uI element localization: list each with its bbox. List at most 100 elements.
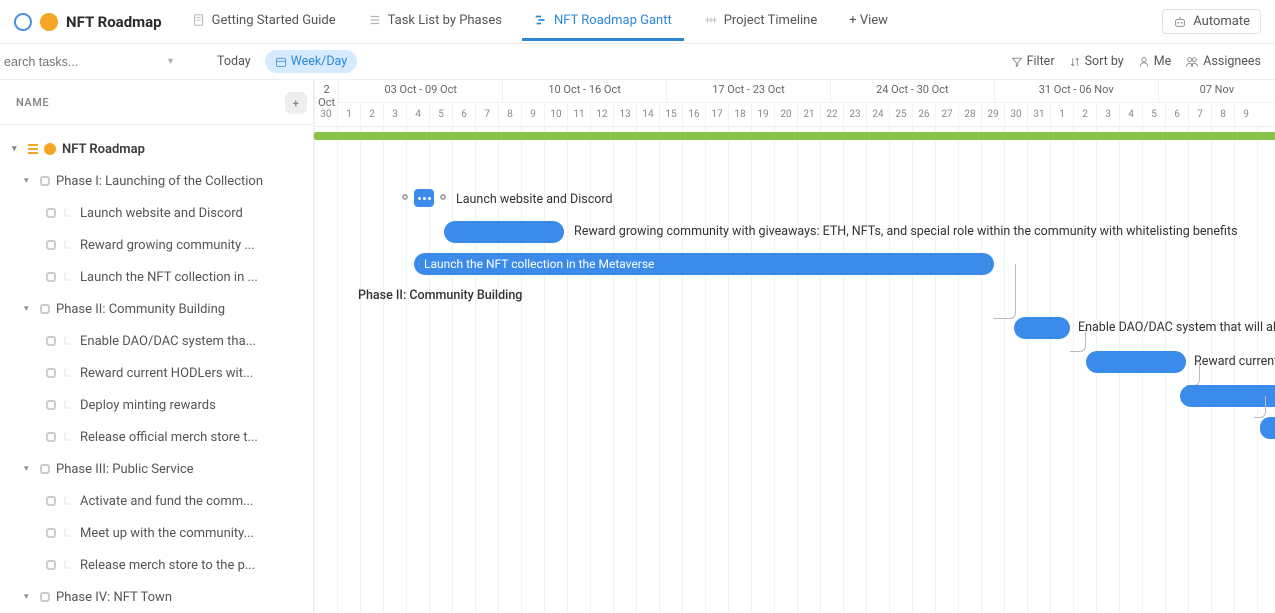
task-label: Launch website and Discord: [80, 206, 243, 221]
checkbox-icon[interactable]: [40, 592, 50, 602]
gantt-summary-bar[interactable]: [314, 132, 1275, 140]
day-cell: 4: [406, 103, 429, 126]
checkbox-icon[interactable]: [46, 336, 56, 346]
tree-phase[interactable]: ▾ Phase II: Community Building: [0, 293, 313, 325]
gantt-chart[interactable]: 2 Oct03 Oct - 09 Oct10 Oct - 16 Oct17 Oc…: [314, 80, 1275, 613]
week-cell: 2 Oct: [314, 80, 338, 102]
week-cell: 07 Nov: [1158, 80, 1275, 102]
caret-down-icon[interactable]: ▾: [24, 304, 34, 314]
caret-down-icon[interactable]: ▾: [24, 176, 34, 186]
dependency-connector: [1254, 396, 1266, 418]
app-logo-icon[interactable]: [14, 13, 32, 31]
week-cell: 10 Oct - 16 Oct: [502, 80, 666, 102]
gantt-body[interactable]: Launch website and Discord Reward growin…: [314, 127, 1275, 613]
day-cell: 30: [314, 103, 337, 126]
people-icon: [1185, 56, 1199, 68]
tree-root[interactable]: ▾ NFT Roadmap: [0, 133, 313, 165]
subtask-icon: [62, 559, 74, 571]
checkbox-icon[interactable]: [46, 432, 56, 442]
period-toggle[interactable]: Week/Day: [265, 50, 357, 73]
checkbox-icon[interactable]: [46, 528, 56, 538]
checkbox-icon[interactable]: [40, 304, 50, 314]
tree-task[interactable]: Enable DAO/DAC system tha...: [0, 325, 313, 357]
tree-phase[interactable]: ▾ Phase III: Public Service: [0, 453, 313, 485]
tree-task[interactable]: Meet up with the community...: [0, 517, 313, 549]
doc-icon: [192, 13, 206, 27]
dependency-dot-icon[interactable]: [440, 194, 446, 200]
checkbox-icon[interactable]: [46, 368, 56, 378]
filter-button[interactable]: Filter: [1011, 54, 1055, 69]
checkbox-icon[interactable]: [40, 464, 50, 474]
caret-down-icon[interactable]: ▾: [24, 464, 34, 474]
tree-task[interactable]: Launch website and Discord: [0, 197, 313, 229]
add-task-button[interactable]: +: [285, 92, 307, 114]
checkbox-icon[interactable]: [46, 208, 56, 218]
automate-button[interactable]: Automate: [1162, 9, 1261, 34]
day-cell: 1: [337, 103, 360, 126]
today-button[interactable]: Today: [217, 54, 251, 69]
week-cell: 31 Oct - 06 Nov: [994, 80, 1158, 102]
list-colored-icon: [28, 144, 38, 154]
list-icon: [368, 13, 382, 27]
tab-task-list[interactable]: Task List by Phases: [356, 3, 514, 41]
gantt-bar[interactable]: Launch the NFT collection in the Metaver…: [414, 253, 994, 275]
phase-label: Phase III: Public Service: [56, 462, 194, 477]
day-cell: 29: [981, 103, 1004, 126]
tree-task[interactable]: Launch the NFT collection in ...: [0, 261, 313, 293]
dependency-dot-icon[interactable]: [402, 194, 408, 200]
day-cell: 15: [659, 103, 682, 126]
gantt-bar[interactable]: [1086, 351, 1186, 373]
tree-phase[interactable]: ▾ Phase I: Launching of the Collection: [0, 165, 313, 197]
person-icon: [1138, 56, 1150, 68]
day-cell: 25: [889, 103, 912, 126]
day-cell: 16: [682, 103, 705, 126]
tree-task[interactable]: Release official merch store t...: [0, 421, 313, 453]
gantt-bar[interactable]: [1260, 417, 1275, 439]
sort-button[interactable]: Sort by: [1069, 54, 1124, 69]
subtask-icon: [62, 431, 74, 443]
checkbox-icon[interactable]: [46, 560, 56, 570]
tree-task[interactable]: Deploy minting rewards: [0, 389, 313, 421]
tab-gantt[interactable]: NFT Roadmap Gantt: [522, 3, 684, 41]
gantt-bar[interactable]: [1014, 317, 1070, 339]
day-cell: 23: [843, 103, 866, 126]
gantt-bar-label: Launch website and Discord: [456, 189, 613, 211]
tree-task[interactable]: Reward growing community ...: [0, 229, 313, 261]
day-cell: 21: [797, 103, 820, 126]
checkbox-icon[interactable]: [40, 176, 50, 186]
gantt-bar-label: Launch the NFT collection in the Metaver…: [424, 253, 654, 275]
checkbox-icon[interactable]: [46, 400, 56, 410]
day-cell: 26: [912, 103, 935, 126]
tree-task[interactable]: Activate and fund the comm...: [0, 485, 313, 517]
phase-label: Phase I: Launching of the Collection: [56, 174, 263, 189]
tab-timeline[interactable]: Project Timeline: [692, 3, 830, 41]
tab-add-view[interactable]: + View: [837, 3, 900, 41]
day-cell: 27: [935, 103, 958, 126]
gantt-bar[interactable]: [444, 221, 564, 243]
checkbox-icon[interactable]: [46, 496, 56, 506]
dependency-connector: [1070, 328, 1086, 352]
task-tree: ▾ NFT Roadmap ▾ Phase I: Launching of th…: [0, 125, 313, 613]
checkbox-icon[interactable]: [46, 240, 56, 250]
assignees-button[interactable]: Assignees: [1185, 54, 1261, 69]
tab-label: Getting Started Guide: [212, 13, 336, 28]
caret-down-icon[interactable]: ▾: [24, 592, 34, 602]
tree-task[interactable]: Reward current HODLers wit...: [0, 357, 313, 389]
tree-phase[interactable]: ▾ Phase IV: NFT Town: [0, 581, 313, 613]
task-label: Meet up with the community...: [80, 526, 254, 541]
chevron-down-icon[interactable]: ▾: [168, 56, 173, 67]
tab-getting-started[interactable]: Getting Started Guide: [180, 3, 348, 41]
search-input[interactable]: [4, 55, 124, 69]
me-button[interactable]: Me: [1138, 54, 1172, 69]
subtask-icon: [62, 527, 74, 539]
sidebar: NAME + ▾ NFT Roadmap ▾ Phase I: Launchin…: [0, 80, 314, 613]
phase-label: Phase II: Community Building: [56, 302, 225, 317]
day-cell: 3: [383, 103, 406, 126]
milestone-icon[interactable]: [414, 189, 434, 207]
day-cell: 7: [1188, 103, 1211, 126]
day-cell: 19: [751, 103, 774, 126]
checkbox-icon[interactable]: [46, 272, 56, 282]
day-cell: 4: [1119, 103, 1142, 126]
tree-task[interactable]: Release merch store to the p...: [0, 549, 313, 581]
caret-down-icon[interactable]: ▾: [12, 144, 22, 154]
